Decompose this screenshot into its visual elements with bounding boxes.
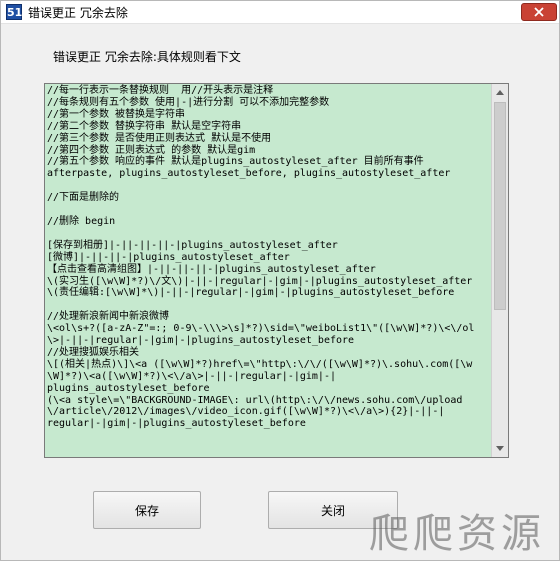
window-title: 错误更正 冗余去除 [28,6,128,20]
main-window: 51 错误更正 冗余去除 错误更正 冗余去除:具体规则看下文 //每一行表示一条… [0,0,560,561]
scroll-thumb[interactable] [494,102,506,310]
close-icon [534,7,544,17]
arrow-up-icon [496,90,504,95]
save-button[interactable]: 保存 [93,491,201,529]
rules-text[interactable]: //每一行表示一条替换规则 用//开头表示是注释 //每条规则有五个参数 使用|… [47,85,492,430]
scroll-down-button[interactable] [492,440,508,457]
scroll-up-button[interactable] [492,84,508,101]
window-close-button[interactable] [521,3,557,21]
rules-editor[interactable]: //每一行表示一条替换规则 用//开头表示是注释 //每条规则有五个参数 使用|… [44,83,509,458]
header-label: 错误更正 冗余去除:具体规则看下文 [53,50,241,64]
arrow-down-icon [496,446,504,451]
title-bar[interactable]: 51 错误更正 冗余去除 [1,1,559,24]
vertical-scrollbar[interactable] [491,84,508,457]
app-icon: 51 [6,4,23,20]
watermark-logo: 爬爬资源 [369,511,545,557]
